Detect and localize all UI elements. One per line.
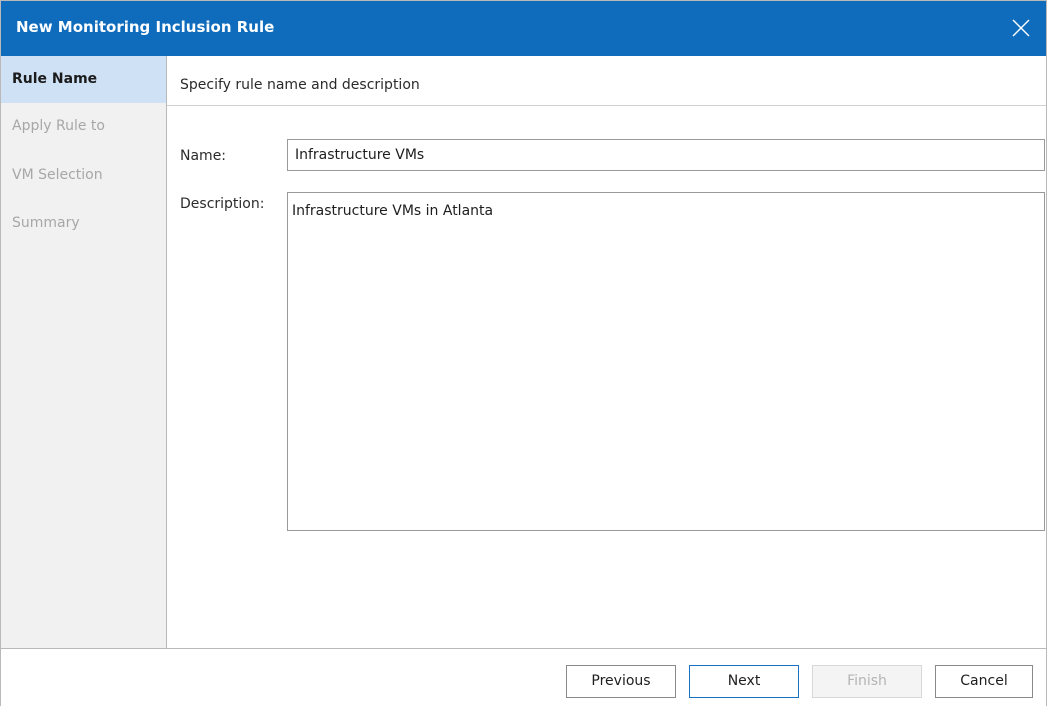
step-summary[interactable]: Summary (1, 200, 166, 247)
step-vm-selection[interactable]: VM Selection (1, 152, 166, 199)
next-button[interactable]: Next (689, 665, 799, 698)
name-label: Name: (180, 148, 227, 164)
step-rule-name[interactable]: Rule Name (1, 56, 166, 103)
wizard-steps-sidebar: Rule Name Apply Rule to VM Selection Sum… (1, 56, 167, 648)
previous-button[interactable]: Previous (566, 665, 676, 698)
name-input[interactable] (287, 139, 1045, 171)
cancel-button[interactable]: Cancel (935, 665, 1033, 698)
title-bar[interactable]: New Monitoring Inclusion Rule (1, 1, 1046, 56)
step-apply-rule-to[interactable]: Apply Rule to (1, 103, 166, 150)
step-header-text: Specify rule name and description (180, 77, 420, 93)
description-textarea[interactable]: Infrastructure VMs in Atlanta (287, 192, 1045, 531)
description-label: Description: (180, 196, 265, 212)
step-header: Specify rule name and description (167, 56, 1046, 106)
dialog-title: New Monitoring Inclusion Rule (16, 18, 275, 36)
finish-button[interactable]: Finish (812, 665, 922, 698)
close-icon[interactable] (1008, 15, 1034, 41)
wizard-dialog: New Monitoring Inclusion Rule Rule Name … (0, 0, 1047, 706)
step-content: Specify rule name and description Name: … (167, 56, 1046, 648)
dialog-footer: Previous Next Finish Cancel (1, 648, 1046, 706)
